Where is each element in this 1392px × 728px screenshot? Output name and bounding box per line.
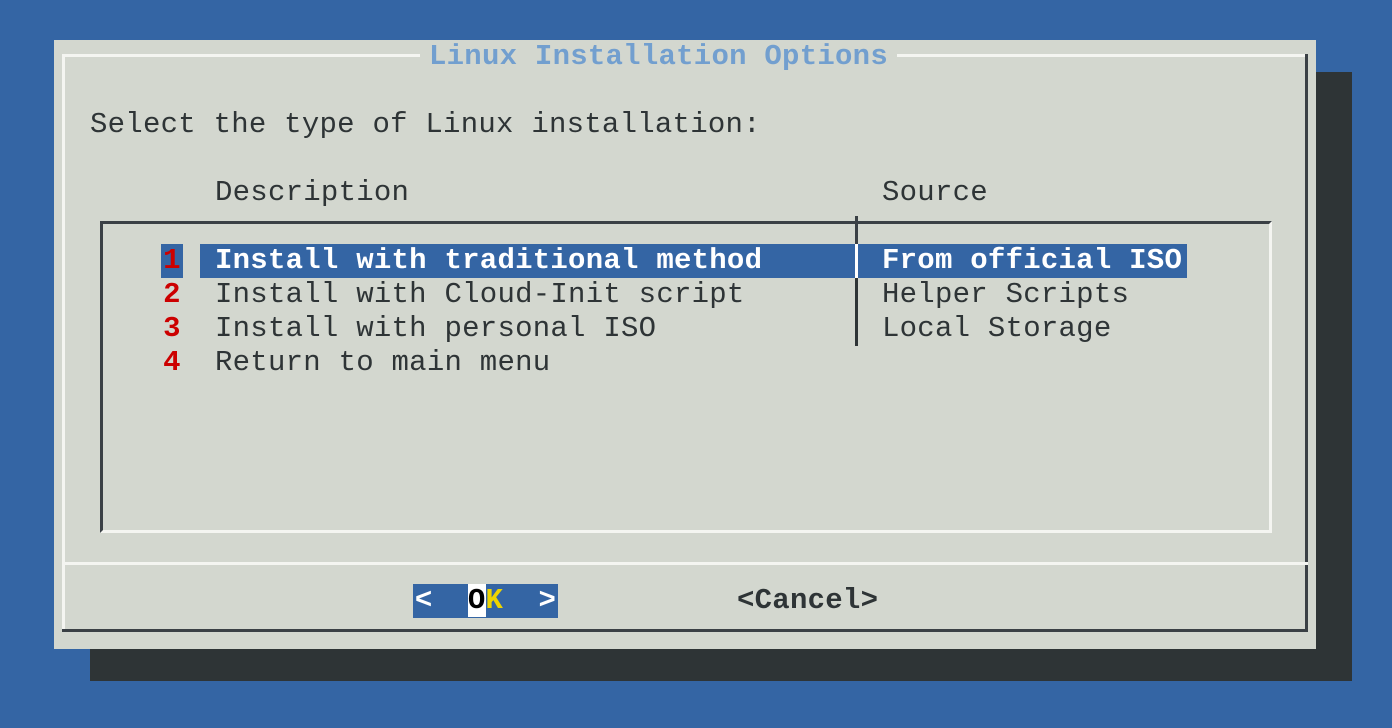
menu-item-source: Helper Scripts: [882, 278, 1129, 312]
menu-item-tag: 4: [161, 346, 183, 380]
menu-item-row-3[interactable]: 3 Install with personal ISO Local Storag…: [54, 312, 1316, 346]
menu-item-tag: 2: [161, 278, 183, 312]
ok-bracket-left: <: [415, 584, 468, 617]
menu-item-source: From official ISO: [882, 244, 1182, 278]
dialog-title: Linux Installation Options: [420, 40, 897, 74]
dialog-box: Linux Installation Options Select the ty…: [54, 40, 1316, 649]
menu-item-row-2[interactable]: 2 Install with Cloud-Init script Helper …: [54, 278, 1316, 312]
column-header-source: Source: [882, 176, 988, 210]
column-separator-bar: [855, 312, 858, 346]
ok-hotkey-char: K: [486, 584, 504, 617]
cancel-button[interactable]: <Cancel>: [737, 584, 878, 618]
ok-button[interactable]: < OK >: [413, 584, 558, 618]
menu-item-row-1[interactable]: 1 Install with traditional method From o…: [54, 244, 1316, 278]
column-header-description: Description: [215, 176, 409, 210]
menu-item-tag: 3: [161, 312, 183, 346]
ok-bracket-right: >: [503, 584, 556, 617]
menu-item-tag: 1: [161, 244, 183, 278]
menu-item-source: Local Storage: [882, 312, 1112, 346]
prompt-text: Select the type of Linux installation:: [90, 108, 761, 142]
frame-bottom-line: [62, 629, 1308, 632]
button-area-separator: [62, 562, 1308, 565]
menu-item-description: Install with personal ISO: [215, 312, 656, 346]
column-separator-bar: [855, 244, 858, 278]
column-separator-bar: [855, 278, 858, 312]
menu-item-description: Install with Cloud-Init script: [215, 278, 745, 312]
menu-item-row-4[interactable]: 4 Return to main menu: [54, 346, 1316, 380]
ok-cursor-char: O: [468, 584, 486, 617]
menu-item-description: Install with traditional method: [215, 244, 762, 278]
menu-item-description: Return to main menu: [215, 346, 550, 380]
terminal-screen: Linux Installation Options Select the ty…: [0, 0, 1392, 728]
